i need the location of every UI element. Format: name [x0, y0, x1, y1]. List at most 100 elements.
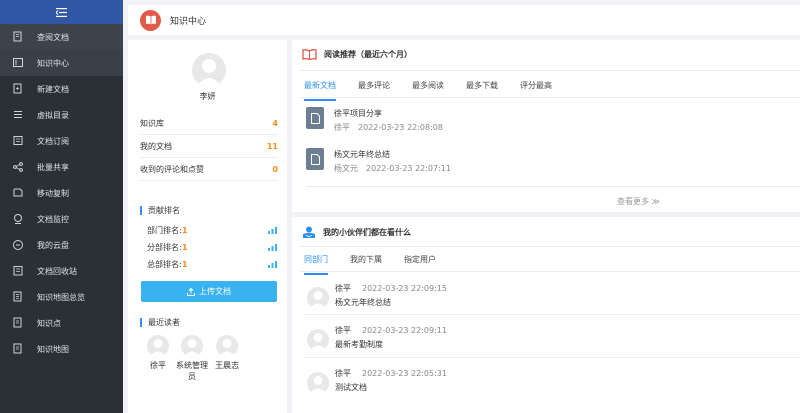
- activity-item[interactable]: 徐平 2022-03-23 22:05:31 测试文档: [307, 368, 447, 394]
- stat-my-docs[interactable]: 我的文档 11: [140, 135, 278, 158]
- activity-time: 2022-03-23 22:09:11: [362, 326, 447, 335]
- sidebar-item-label: 文档订阅: [37, 136, 69, 146]
- rank-value: 1: [182, 242, 188, 252]
- sidebar-item-label: 知识点: [37, 318, 61, 328]
- divider: [300, 97, 800, 98]
- doc-item[interactable]: 徐平项目分享 徐平 2022-03-23 22:08:08: [306, 107, 451, 133]
- divider: [300, 271, 800, 272]
- sidebar-item-label: 文档回收站: [37, 266, 77, 276]
- sidebar-item-label: 我的云盘: [37, 240, 69, 250]
- friends-reading-card: 我的小伙伴们都在看什么 同部门 我的下属 指定用户 徐平 2022-03-23 2…: [292, 217, 800, 413]
- sidebar-item[interactable]: 我的云盘: [0, 232, 123, 258]
- page-title: 知识中心: [170, 16, 207, 27]
- activity-user: 徐平: [335, 284, 351, 293]
- divider: [306, 186, 800, 187]
- rank-value: 1: [182, 225, 188, 235]
- doc-search-icon: [12, 31, 24, 43]
- doc-time: 2022-03-23 22:08:08: [358, 123, 443, 132]
- reading-person-icon: [303, 226, 315, 238]
- stat-value: 4: [272, 118, 278, 128]
- stat-comments-likes[interactable]: 收到的评论和点赞 0: [140, 158, 278, 181]
- activity-user: 徐平: [335, 326, 351, 335]
- profile-panel: 李妍 知识库 4 我的文档 11 收到的评论和点赞 0 贡献排名 部门排名: 1 分部排…: [128, 40, 287, 413]
- virtual-dir-icon: [12, 109, 24, 121]
- reader-name: 系统管理员: [176, 361, 208, 381]
- card-header: 我的小伙伴们都在看什么: [302, 226, 411, 239]
- reader-item[interactable]: 徐平: [143, 335, 173, 371]
- cloud-icon: [12, 239, 24, 251]
- upload-icon: [187, 287, 195, 296]
- reader-name: 王晨志: [215, 361, 239, 370]
- activity-time: 2022-03-23 22:09:15: [362, 284, 447, 293]
- activity-item[interactable]: 徐平 2022-03-23 22:09:11 最新考勤制度: [307, 325, 447, 351]
- sidebar-item-label: 查阅文档: [37, 32, 69, 42]
- sidebar-item-label: 批量共享: [37, 162, 69, 172]
- upload-label: 上传文档: [199, 287, 231, 296]
- rank-chart-icon[interactable]: [268, 226, 277, 234]
- avatar: [216, 335, 238, 357]
- rank-chart-icon[interactable]: [268, 243, 277, 251]
- sidebar-item[interactable]: 虚拟目录: [0, 102, 123, 128]
- menu-toggle-icon: [56, 7, 67, 17]
- reader-item[interactable]: 系统管理员: [174, 335, 210, 382]
- rank-label: 分部排名:: [147, 242, 182, 252]
- document-icon: [306, 107, 324, 129]
- recycle-icon: [12, 265, 24, 277]
- reader-item[interactable]: 王晨志: [212, 335, 242, 371]
- view-more-link[interactable]: 查看更多 ≫: [617, 196, 660, 207]
- knowledge-map-icon: [12, 343, 24, 355]
- rank-row: 总部排名: 1: [147, 256, 277, 272]
- rank-section-title: 贡献排名: [140, 206, 180, 215]
- stat-knowledge-base[interactable]: 知识库 4: [140, 112, 278, 135]
- rank-label: 部门排名:: [147, 225, 182, 235]
- monitor-icon: [12, 213, 24, 225]
- reader-name: 徐平: [150, 361, 166, 370]
- activity-doc[interactable]: 杨文元年终总结: [335, 297, 447, 308]
- sidebar-item[interactable]: 批量共享: [0, 154, 123, 180]
- sidebar-item[interactable]: 知识点: [0, 310, 123, 336]
- activity-item[interactable]: 徐平 2022-03-23 22:09:15 杨文元年终总结: [307, 283, 447, 309]
- reading-recommend-card: 阅读推荐（最近六个月） 最新文档 最多评论 最多阅读 最多下载 评分最高 徐平项…: [292, 40, 800, 212]
- sidebar-item[interactable]: 文档订阅: [0, 128, 123, 154]
- doc-title[interactable]: 徐平项目分享: [334, 108, 451, 119]
- divider: [304, 314, 800, 315]
- sidebar-item[interactable]: 文档回收站: [0, 258, 123, 284]
- page-header: 知识中心: [128, 5, 800, 35]
- rank-label: 总部排名:: [147, 259, 182, 269]
- map-overview-icon: [12, 291, 24, 303]
- sidebar-item-label: 知识地图总览: [37, 292, 85, 302]
- stat-label: 收到的评论和点赞: [140, 164, 204, 174]
- sidebar-item[interactable]: 知识中心: [0, 50, 123, 76]
- sidebar-item[interactable]: 知识地图: [0, 336, 123, 362]
- doc-title[interactable]: 杨文元年终总结: [334, 149, 459, 160]
- knowledge-point-icon: [12, 317, 24, 329]
- activity-doc[interactable]: 最新考勤制度: [335, 339, 447, 350]
- sidebar-item[interactable]: 知识地图总览: [0, 284, 123, 310]
- sidebar: 查阅文档知识中心新建文档 虚拟目录文档订阅批量共享移动复制 文档监控我的云盘文档回收…: [0, 0, 123, 413]
- upload-button[interactable]: 上传文档: [141, 281, 277, 302]
- doc-item[interactable]: 杨文元年终总结 杨文元 2022-03-23 22:07:11: [306, 148, 459, 174]
- divider: [300, 70, 800, 71]
- doc-author: 徐平: [334, 123, 350, 132]
- divider: [300, 246, 800, 247]
- rank-row: 部门排名: 1: [147, 222, 277, 238]
- sidebar-item[interactable]: 新建文档: [0, 76, 123, 102]
- sidebar-item[interactable]: 移动复制: [0, 180, 123, 206]
- document-icon: [306, 148, 324, 170]
- avatar: [307, 372, 329, 394]
- sidebar-item[interactable]: 查阅文档: [0, 24, 123, 50]
- readers-section-title: 最近读者: [140, 318, 180, 327]
- sidebar-collapse-button[interactable]: [0, 0, 123, 24]
- avatar: [307, 287, 329, 309]
- activity-doc[interactable]: 测试文档: [335, 382, 447, 393]
- book-logo-icon: [140, 9, 161, 31]
- card-header: 阅读推荐（最近六个月）: [302, 49, 412, 60]
- rank-chart-icon[interactable]: [268, 260, 277, 268]
- divider: [304, 357, 800, 358]
- sidebar-item[interactable]: 文档监控: [0, 206, 123, 232]
- sidebar-item-label: 知识中心: [37, 58, 69, 68]
- avatar: [147, 335, 169, 357]
- knowledge-icon: [12, 57, 24, 69]
- share-icon: [12, 161, 24, 173]
- activity-user: 徐平: [335, 369, 351, 378]
